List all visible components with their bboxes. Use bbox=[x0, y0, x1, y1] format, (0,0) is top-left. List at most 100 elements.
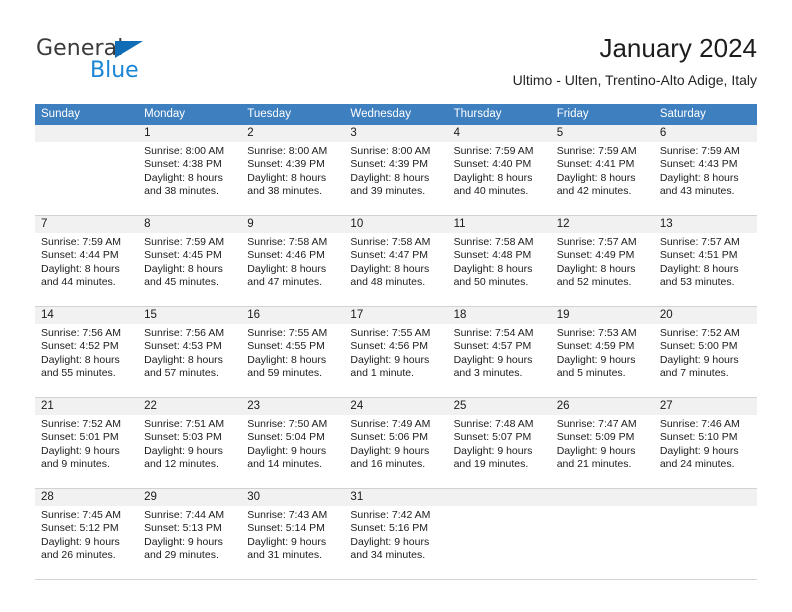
calendar-day-cell[interactable]: 13 Sunrise: 7:57 AM Sunset: 4:51 PM Dayligh… bbox=[653, 216, 757, 306]
calendar-day-cell[interactable]: 17 Sunrise: 7:55 AM Sunset: 4:56 PM Dayligh… bbox=[344, 307, 448, 397]
day-number: 9 bbox=[241, 216, 345, 233]
calendar-day-cell[interactable]: 30 Sunrise: 7:43 AM Sunset: 5:14 PM Dayligh… bbox=[241, 489, 345, 579]
day-sun-info: Sunrise: 7:42 AM Sunset: 5:16 PM Daylight:… bbox=[344, 506, 447, 563]
day-sun-info: Sunrise: 7:55 AM Sunset: 4:55 PM Daylight:… bbox=[241, 324, 344, 381]
daylight-text-line2: and 42 minutes. bbox=[556, 185, 632, 198]
sunset-text: Sunset: 5:10 PM bbox=[659, 431, 738, 444]
day-number: 16 bbox=[241, 307, 345, 324]
calendar-day-cell[interactable]: 3 Sunrise: 8:00 AM Sunset: 4:39 PM Daylight… bbox=[344, 125, 448, 215]
calendar-day-cell[interactable]: 22 Sunrise: 7:51 AM Sunset: 5:03 PM Dayligh… bbox=[138, 398, 242, 488]
calendar-day-cell[interactable]: 26 Sunrise: 7:47 AM Sunset: 5:09 PM Dayligh… bbox=[550, 398, 654, 488]
daylight-text-line2: and 44 minutes. bbox=[41, 276, 116, 289]
day-number: 21 bbox=[35, 398, 139, 415]
sunrise-text: Sunrise: 8:00 AM bbox=[144, 145, 225, 157]
calendar-day-cell[interactable]: 16 Sunrise: 7:55 AM Sunset: 4:55 PM Dayligh… bbox=[241, 307, 345, 397]
day-number: 24 bbox=[344, 398, 448, 415]
calendar-day-cell[interactable]: 7 Sunrise: 7:59 AM Sunset: 4:44 PM Daylight… bbox=[35, 216, 139, 306]
daylight-text-line2: and 1 minute. bbox=[350, 367, 415, 380]
day-sun-info: Sunrise: 7:45 AM Sunset: 5:12 PM Daylight:… bbox=[35, 506, 138, 563]
day-sun-info: Sunrise: 7:43 AM Sunset: 5:14 PM Daylight:… bbox=[241, 506, 344, 563]
day-number: 29 bbox=[138, 489, 242, 506]
sunrise-text: Sunrise: 7:58 AM bbox=[350, 236, 431, 248]
calendar-day-cell[interactable]: 5 Sunrise: 7:59 AM Sunset: 4:41 PM Daylight… bbox=[550, 125, 654, 215]
daylight-text-line1: Daylight: 9 hours bbox=[659, 353, 739, 366]
daylight-text-line1: Daylight: 9 hours bbox=[659, 444, 739, 457]
sunrise-text: Sunrise: 7:54 AM bbox=[453, 327, 534, 339]
calendar-day-cell[interactable]: 15 Sunrise: 7:56 AM Sunset: 4:53 PM Dayligh… bbox=[138, 307, 242, 397]
calendar-day-cell[interactable]: 24 Sunrise: 7:49 AM Sunset: 5:06 PM Dayligh… bbox=[344, 398, 448, 488]
day-number: 27 bbox=[653, 398, 757, 415]
calendar-day-cell[interactable]: 8 Sunrise: 7:59 AM Sunset: 4:45 PM Daylight… bbox=[138, 216, 242, 306]
calendar-day-cell[interactable]: 2 Sunrise: 8:00 AM Sunset: 4:39 PM Daylight… bbox=[241, 125, 345, 215]
weekday-header-row: Sunday Monday Tuesday Wednesday Thursday Frid… bbox=[35, 104, 757, 125]
day-sun-info: Sunrise: 7:47 AM Sunset: 5:09 PM Daylight:… bbox=[551, 415, 654, 472]
title-block: January 2024 Ultimo - Ulten, Trentino-Al… bbox=[513, 32, 757, 89]
day-sun-info: Sunrise: 7:58 AM Sunset: 4:47 PM Daylight:… bbox=[344, 233, 447, 290]
calendar-day-cell[interactable]: 23 Sunrise: 7:50 AM Sunset: 5:04 PM Dayligh… bbox=[241, 398, 345, 488]
daylight-text-line1: Daylight: 9 hours bbox=[41, 535, 120, 548]
calendar-week-row: 21 Sunrise: 7:52 AM Sunset: 5:01 PM Dayligh… bbox=[35, 398, 757, 489]
sunset-text: Sunset: 4:56 PM bbox=[350, 340, 429, 353]
sunrise-text: Sunrise: 7:50 AM bbox=[247, 418, 328, 430]
day-number: 11 bbox=[447, 216, 551, 233]
calendar-day-cell[interactable]: 31 Sunrise: 7:42 AM Sunset: 5:16 PM Dayligh… bbox=[344, 489, 448, 579]
general-blue-logo[interactable]: General Blue bbox=[36, 36, 216, 88]
sunset-text: Sunset: 4:49 PM bbox=[556, 249, 635, 262]
day-sun-info: Sunrise: 7:56 AM Sunset: 4:53 PM Daylight:… bbox=[138, 324, 241, 381]
page-title: January 2024 bbox=[599, 33, 757, 63]
calendar-day-cell[interactable]: 25 Sunrise: 7:48 AM Sunset: 5:07 PM Dayligh… bbox=[447, 398, 551, 488]
daylight-text-line2: and 21 minutes. bbox=[556, 458, 632, 471]
calendar-day-cell[interactable]: 6 Sunrise: 7:59 AM Sunset: 4:43 PM Daylight… bbox=[653, 125, 757, 215]
calendar-day-cell[interactable]: 21 Sunrise: 7:52 AM Sunset: 5:01 PM Dayligh… bbox=[35, 398, 139, 488]
daylight-text-line1: Daylight: 8 hours bbox=[41, 262, 120, 275]
weekday-header-friday: Friday bbox=[556, 108, 589, 120]
daylight-text-line2: and 19 minutes. bbox=[453, 458, 529, 471]
calendar-grid: Sunday Monday Tuesday Wednesday Thursday Frid… bbox=[35, 104, 757, 580]
page-subtitle: Ultimo - Ulten, Trentino-Alto Adige, Ita… bbox=[512, 72, 757, 88]
sunrise-text: Sunrise: 7:56 AM bbox=[41, 327, 121, 339]
sunrise-text: Sunrise: 7:47 AM bbox=[556, 418, 637, 430]
day-number: 2 bbox=[241, 125, 345, 142]
calendar-day-cell[interactable]: 9 Sunrise: 7:58 AM Sunset: 4:46 PM Daylight… bbox=[241, 216, 345, 306]
sunrise-text: Sunrise: 7:49 AM bbox=[350, 418, 431, 430]
daylight-text-line1: Daylight: 8 hours bbox=[659, 171, 739, 184]
calendar-day-cell[interactable]: 18 Sunrise: 7:54 AM Sunset: 4:57 PM Dayligh… bbox=[447, 307, 551, 397]
calendar-day-cell[interactable]: 20 Sunrise: 7:52 AM Sunset: 5:00 PM Dayligh… bbox=[653, 307, 757, 397]
calendar-day-cell[interactable]: 19 Sunrise: 7:53 AM Sunset: 4:59 PM Dayligh… bbox=[550, 307, 654, 397]
sunset-text: Sunset: 5:03 PM bbox=[144, 431, 222, 444]
page-header: General Blue January 2024 Ultimo - Ulten… bbox=[0, 0, 792, 100]
calendar-day-cell[interactable]: 27 Sunrise: 7:46 AM Sunset: 5:10 PM Dayligh… bbox=[653, 398, 757, 488]
sunset-text: Sunset: 4:52 PM bbox=[41, 340, 119, 353]
daylight-text-line2: and 43 minutes. bbox=[659, 185, 735, 198]
daylight-text-line2: and 39 minutes. bbox=[350, 185, 426, 198]
day-number: 23 bbox=[241, 398, 345, 415]
day-sun-info: Sunrise: 7:56 AM Sunset: 4:52 PM Daylight:… bbox=[35, 324, 138, 381]
day-number: 1 bbox=[138, 125, 242, 142]
sunrise-text: Sunrise: 7:52 AM bbox=[41, 418, 121, 430]
calendar-day-cell[interactable]: 12 Sunrise: 7:57 AM Sunset: 4:49 PM Dayligh… bbox=[550, 216, 654, 306]
daylight-text-line1: Daylight: 8 hours bbox=[453, 171, 533, 184]
daylight-text-line1: Daylight: 8 hours bbox=[144, 353, 223, 366]
calendar-day-cell[interactable]: 11 Sunrise: 7:58 AM Sunset: 4:48 PM Dayligh… bbox=[447, 216, 551, 306]
calendar-day-cell[interactable]: 29 Sunrise: 7:44 AM Sunset: 5:13 PM Dayligh… bbox=[138, 489, 242, 579]
calendar-day-cell[interactable]: 28 Sunrise: 7:45 AM Sunset: 5:12 PM Dayligh… bbox=[35, 489, 139, 579]
calendar-week-row: 1 Sunrise: 8:00 AM Sunset: 4:38 PM Daylight… bbox=[35, 125, 757, 216]
sunrise-text: Sunrise: 8:00 AM bbox=[247, 145, 328, 157]
day-sun-info: Sunrise: 7:57 AM Sunset: 4:51 PM Daylight:… bbox=[654, 233, 757, 290]
daylight-text-line2: and 40 minutes. bbox=[453, 185, 529, 198]
sunset-text: Sunset: 5:07 PM bbox=[453, 431, 532, 444]
daylight-text-line2: and 16 minutes. bbox=[350, 458, 426, 471]
calendar-day-cell[interactable]: 14 Sunrise: 7:56 AM Sunset: 4:52 PM Dayligh… bbox=[35, 307, 139, 397]
daylight-text-line2: and 34 minutes. bbox=[350, 549, 426, 562]
day-number: 14 bbox=[35, 307, 139, 324]
calendar-day-cell[interactable]: 1 Sunrise: 8:00 AM Sunset: 4:38 PM Daylight… bbox=[138, 125, 242, 215]
sunrise-text: Sunrise: 7:55 AM bbox=[247, 327, 328, 339]
sunset-text: Sunset: 5:16 PM bbox=[350, 522, 429, 535]
daylight-text-line2: and 38 minutes. bbox=[144, 185, 219, 198]
calendar-day-cell[interactable]: 10 Sunrise: 7:58 AM Sunset: 4:47 PM Dayligh… bbox=[344, 216, 448, 306]
day-number: 8 bbox=[138, 216, 242, 233]
sunrise-text: Sunrise: 7:45 AM bbox=[41, 509, 121, 521]
day-number: 31 bbox=[344, 489, 448, 506]
sunrise-text: Sunrise: 7:59 AM bbox=[144, 236, 225, 248]
calendar-day-cell[interactable]: 4 Sunrise: 7:59 AM Sunset: 4:40 PM Daylight… bbox=[447, 125, 551, 215]
